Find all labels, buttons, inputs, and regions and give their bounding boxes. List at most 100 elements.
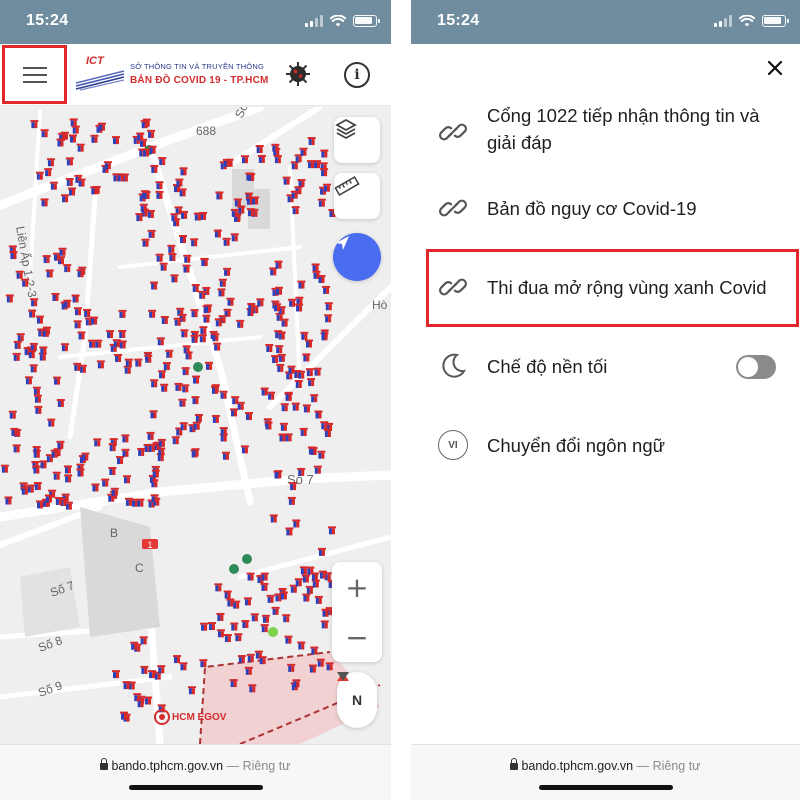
case-marker[interactable] bbox=[276, 363, 285, 372]
case-marker[interactable] bbox=[4, 496, 13, 505]
case-marker[interactable] bbox=[56, 138, 65, 147]
hamburger-menu-button[interactable] bbox=[2, 45, 67, 104]
case-marker[interactable] bbox=[317, 275, 326, 284]
case-marker[interactable] bbox=[269, 267, 278, 276]
case-marker[interactable] bbox=[30, 298, 39, 307]
case-marker[interactable] bbox=[124, 358, 133, 367]
case-marker[interactable] bbox=[219, 390, 228, 399]
case-marker[interactable] bbox=[291, 206, 300, 215]
case-marker[interactable] bbox=[179, 422, 188, 431]
case-marker[interactable] bbox=[210, 385, 219, 394]
case-marker[interactable] bbox=[71, 125, 80, 134]
case-marker[interactable] bbox=[246, 572, 255, 581]
case-marker[interactable] bbox=[174, 382, 183, 391]
case-marker[interactable] bbox=[147, 443, 156, 452]
case-marker[interactable] bbox=[282, 176, 291, 185]
case-marker[interactable] bbox=[310, 646, 319, 655]
case-marker[interactable] bbox=[151, 469, 160, 478]
case-marker[interactable] bbox=[211, 414, 220, 423]
case-marker[interactable] bbox=[39, 460, 48, 469]
case-marker[interactable] bbox=[156, 337, 165, 346]
case-marker[interactable] bbox=[53, 376, 62, 385]
case-marker[interactable] bbox=[279, 591, 288, 600]
case-marker[interactable] bbox=[292, 519, 301, 528]
case-marker[interactable] bbox=[76, 143, 85, 152]
case-marker[interactable] bbox=[114, 354, 123, 363]
case-marker[interactable] bbox=[9, 251, 18, 260]
case-marker[interactable] bbox=[68, 134, 77, 143]
case-marker[interactable] bbox=[42, 255, 51, 264]
case-marker[interactable] bbox=[33, 482, 42, 491]
case-marker[interactable] bbox=[246, 653, 255, 662]
case-marker[interactable] bbox=[130, 641, 139, 650]
case-marker[interactable] bbox=[284, 433, 293, 442]
case-marker[interactable] bbox=[51, 292, 60, 301]
case-marker[interactable] bbox=[299, 427, 308, 436]
case-marker[interactable] bbox=[311, 263, 320, 272]
case-marker[interactable] bbox=[5, 294, 14, 303]
case-marker[interactable] bbox=[178, 398, 187, 407]
info-button[interactable]: i bbox=[344, 62, 370, 88]
case-marker[interactable] bbox=[323, 429, 332, 438]
case-marker[interactable] bbox=[202, 314, 211, 323]
case-marker[interactable] bbox=[181, 367, 190, 376]
case-marker[interactable] bbox=[150, 379, 159, 388]
case-marker[interactable] bbox=[158, 157, 167, 166]
case-marker[interactable] bbox=[318, 570, 327, 579]
case-marker[interactable] bbox=[32, 446, 41, 455]
case-marker[interactable] bbox=[45, 269, 54, 278]
case-marker[interactable] bbox=[8, 410, 17, 419]
case-marker[interactable] bbox=[214, 318, 223, 327]
home-indicator[interactable] bbox=[128, 785, 263, 790]
case-marker[interactable] bbox=[321, 608, 330, 617]
case-marker[interactable] bbox=[231, 396, 240, 405]
case-marker[interactable] bbox=[97, 122, 106, 131]
case-marker[interactable] bbox=[236, 319, 245, 328]
case-marker[interactable] bbox=[44, 168, 53, 177]
case-marker[interactable] bbox=[142, 148, 151, 157]
case-marker[interactable] bbox=[325, 662, 334, 671]
case-marker[interactable] bbox=[280, 318, 289, 327]
case-marker[interactable] bbox=[56, 399, 65, 408]
case-marker[interactable] bbox=[63, 299, 72, 308]
case-marker[interactable] bbox=[223, 634, 232, 643]
case-marker[interactable] bbox=[297, 467, 306, 476]
case-marker[interactable] bbox=[191, 448, 200, 457]
case-marker[interactable] bbox=[20, 486, 29, 495]
case-marker[interactable] bbox=[213, 342, 222, 351]
case-marker[interactable] bbox=[274, 470, 283, 479]
case-marker[interactable] bbox=[33, 394, 42, 403]
case-marker[interactable] bbox=[291, 402, 300, 411]
case-marker[interactable] bbox=[260, 572, 269, 581]
case-marker[interactable] bbox=[256, 298, 265, 307]
case-marker[interactable] bbox=[277, 331, 286, 340]
case-marker[interactable] bbox=[297, 179, 306, 188]
case-marker[interactable] bbox=[241, 155, 250, 164]
case-marker[interactable] bbox=[192, 375, 201, 384]
case-marker[interactable] bbox=[77, 178, 86, 187]
case-marker[interactable] bbox=[182, 264, 191, 273]
case-marker[interactable] bbox=[294, 578, 303, 587]
case-marker[interactable] bbox=[313, 160, 322, 169]
map-canvas[interactable]: 1 688 Số Liên Ấp 1-2-3 Số 7 Hò B C Số 7 … bbox=[0, 107, 391, 744]
case-marker[interactable] bbox=[150, 164, 159, 173]
case-marker[interactable] bbox=[304, 339, 313, 348]
case-marker[interactable] bbox=[322, 285, 331, 294]
case-marker[interactable] bbox=[175, 178, 184, 187]
case-marker[interactable] bbox=[139, 203, 148, 212]
case-marker[interactable] bbox=[287, 496, 296, 505]
case-marker[interactable] bbox=[282, 614, 291, 623]
case-marker[interactable] bbox=[61, 194, 70, 203]
case-marker[interactable] bbox=[310, 572, 319, 581]
case-marker[interactable] bbox=[245, 412, 254, 421]
case-marker[interactable] bbox=[103, 161, 112, 170]
case-marker[interactable] bbox=[167, 244, 176, 253]
case-marker[interactable] bbox=[157, 438, 166, 447]
case-marker[interactable] bbox=[300, 331, 309, 340]
case-marker[interactable] bbox=[171, 436, 180, 445]
case-marker[interactable] bbox=[230, 233, 239, 242]
case-marker[interactable] bbox=[34, 405, 43, 414]
case-marker[interactable] bbox=[49, 181, 58, 190]
case-marker[interactable] bbox=[260, 624, 269, 633]
case-marker[interactable] bbox=[58, 247, 67, 256]
